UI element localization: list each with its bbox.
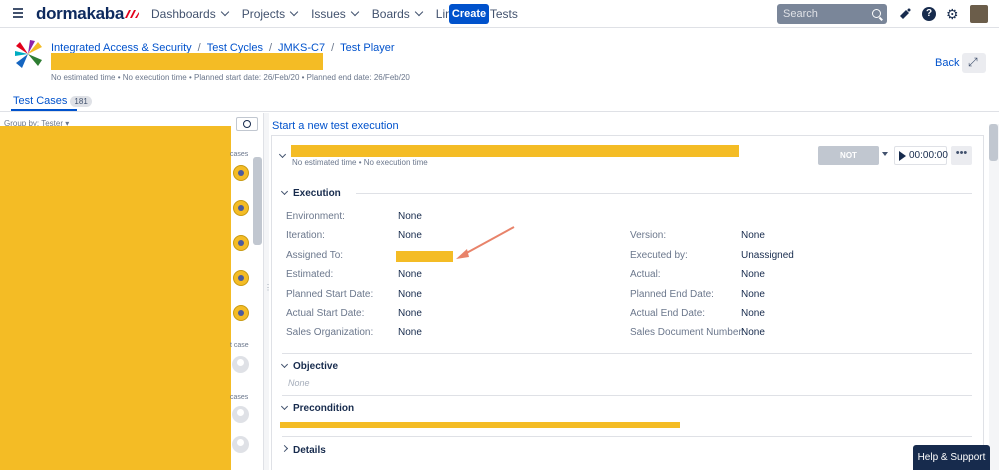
annotation-arrow [456,226,515,259]
page-scrollbar-track[interactable] [989,124,999,470]
page-scrollbar-thumb[interactable] [989,124,998,161]
help-support-button[interactable]: Help & Support [913,445,990,470]
